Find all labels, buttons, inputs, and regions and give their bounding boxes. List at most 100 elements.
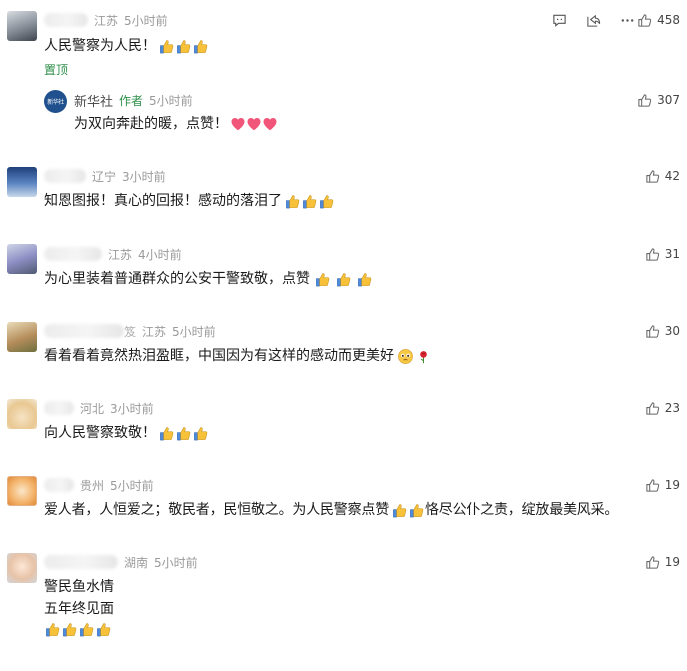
like-button[interactable]: 458 [637, 11, 680, 29]
author-name[interactable]: 新华社 [74, 91, 113, 110]
comment-item: 贵州 5小时前 19 爱人者，人恒爱之；敬民者，民恒敬之。为人民警察点赞 恪尽公… [0, 472, 687, 532]
comment-meta: 辽宁 3小时前 [44, 167, 166, 185]
thumbs-up-icon [646, 169, 659, 183]
like-count: 30 [664, 324, 680, 338]
comment-body-part2: 恪尽公仆之责，绽放最美风采。 [425, 502, 619, 518]
comment-item: 湖南 5小时前 19 警民鱼水情 五年终见面 [0, 549, 687, 659]
like-button[interactable]: 31 [645, 245, 680, 263]
thumbs-up-icon [646, 401, 659, 415]
like-button[interactable]: 42 [645, 167, 680, 185]
thumbs-up-icon [646, 555, 659, 569]
reply-meta: 新华社 作者 5小时前 [74, 91, 193, 110]
comment-text: 看着看着竟然热泪盈眶，中国因为有这样的感动而更美好 [44, 346, 431, 366]
location: 江苏 [108, 247, 133, 262]
comment-text: 为心里装着普通群众的公安干警致敬，点赞 [44, 269, 373, 289]
author-avatar[interactable]: 新华社 [44, 90, 67, 113]
thumbs-up-emoji [61, 621, 78, 638]
comment-text: 人民警察为人民！ [44, 36, 209, 56]
comment-meta: 河北 3小时前 [44, 399, 154, 417]
reply-body: 为双向奔赴的暖，点赞！ [74, 116, 228, 132]
like-count: 307 [657, 93, 680, 107]
like-count: 31 [664, 247, 680, 261]
timestamp: 3小时前 [110, 401, 154, 416]
comment-text: 爱人者，人恒爱之；敬民者，民恒敬之。为人民警察点赞 恪尽公仆之责，绽放最美风采。 [44, 500, 618, 520]
comment-item: 笈 江苏 5小时前 30 看着看着竟然热泪盈眶，中国因为有这样的感动而更美好 [0, 318, 687, 378]
thumbs-up-icon [646, 478, 659, 492]
thumbs-up-emoji [335, 271, 352, 288]
comment-body-part1: 爱人者，人恒爱之；敬民者，民恒敬之。为人民警察点赞 [44, 502, 389, 518]
thumbs-emoji-group [314, 271, 373, 288]
user-name-blurred[interactable] [44, 555, 118, 569]
comment-body: 向人民警察致敬！ [44, 425, 156, 441]
timestamp: 5小时前 [110, 478, 154, 493]
thumbs-up-emoji [78, 621, 95, 638]
thumbs-up-emoji [192, 425, 209, 442]
timestamp: 4小时前 [138, 247, 182, 262]
heart-emoji-group [230, 116, 278, 132]
timestamp: 5小时前 [124, 13, 168, 28]
heart-emoji [246, 116, 262, 132]
heart-emoji [230, 116, 246, 132]
like-button[interactable]: 307 [637, 91, 680, 109]
user-name-blurred[interactable] [44, 478, 74, 492]
thumbs-up-emoji [318, 193, 335, 210]
comment-body: 知恩图报！真心的回报！感动的落泪了 [44, 193, 282, 209]
thumbs-up-icon [638, 93, 652, 107]
like-button[interactable]: 23 [645, 399, 680, 417]
avatar[interactable] [7, 167, 37, 197]
user-name-blurred[interactable] [44, 324, 124, 338]
location: 河北 [80, 401, 105, 416]
comment-text: 知恩图报！真心的回报！感动的落泪了 [44, 191, 335, 211]
comment-body: 看着看着竟然热泪盈眶，中国因为有这样的感动而更美好 [44, 348, 394, 364]
comment-line-2: 五年终见面 [44, 601, 114, 617]
avatar[interactable] [7, 553, 37, 583]
user-name-blurred[interactable] [44, 169, 86, 183]
user-name-blurred[interactable] [44, 401, 74, 415]
avatar[interactable] [7, 322, 37, 352]
location: 江苏 [142, 324, 167, 339]
timestamp: 5小时前 [172, 324, 216, 339]
location: 辽宁 [92, 169, 117, 184]
comment-body: 为心里装着普通群众的公安干警致敬，点赞 [44, 271, 310, 287]
comment-line-3 [44, 621, 112, 638]
location: 江苏 [94, 13, 119, 28]
like-button[interactable]: 19 [645, 476, 680, 494]
thumbs-emoji-group [158, 425, 209, 442]
teary-face-emoji [398, 348, 413, 364]
thumbs-up-emoji [391, 502, 408, 519]
like-button[interactable]: 19 [645, 553, 680, 571]
timestamp: 5小时前 [149, 93, 193, 108]
thumbs-up-emoji [95, 621, 112, 638]
thumbs-up-emoji [158, 38, 175, 55]
avatar[interactable] [7, 244, 37, 274]
rose-emoji [420, 350, 427, 363]
thumbs-up-icon [638, 13, 652, 27]
author-tag: 作者 [119, 93, 144, 108]
thumbs-up-emoji [175, 38, 192, 55]
emoji-group [397, 348, 431, 365]
avatar[interactable] [7, 476, 37, 506]
like-count: 42 [664, 169, 680, 183]
thumbs-up-icon [646, 247, 659, 261]
user-name-blurred[interactable] [44, 247, 102, 261]
avatar[interactable] [7, 11, 37, 41]
location: 贵州 [80, 478, 105, 493]
user-name-suffix[interactable]: 笈 [124, 323, 136, 340]
comment-meta: 笈 江苏 5小时前 [44, 322, 216, 340]
comment-body: 人民警察为人民！ [44, 38, 156, 54]
comment-item: 江苏 5小时前 458 人民警察为人民！ 置顶 [0, 0, 687, 80]
like-button[interactable]: 30 [645, 322, 680, 340]
reply-text: 为双向奔赴的暖，点赞！ [74, 114, 278, 134]
thumbs-emoji-group [284, 193, 335, 210]
thumbs-emoji-group [44, 621, 112, 638]
comment-meta: 江苏 5小时前 [44, 11, 168, 29]
thumbs-emoji-group [158, 38, 209, 55]
comment-item: 辽宁 3小时前 42 知恩图报！真心的回报！感动的落泪了 [0, 163, 687, 223]
comment-item: 江苏 4小时前 31 为心里装着普通群众的公安干警致敬，点赞 [0, 241, 687, 301]
avatar[interactable] [7, 399, 37, 429]
thumbs-up-emoji [192, 38, 209, 55]
thumbs-up-icon [646, 324, 659, 338]
timestamp: 3小时前 [122, 169, 166, 184]
user-name-blurred[interactable] [44, 13, 88, 27]
thumbs-up-emoji [175, 425, 192, 442]
